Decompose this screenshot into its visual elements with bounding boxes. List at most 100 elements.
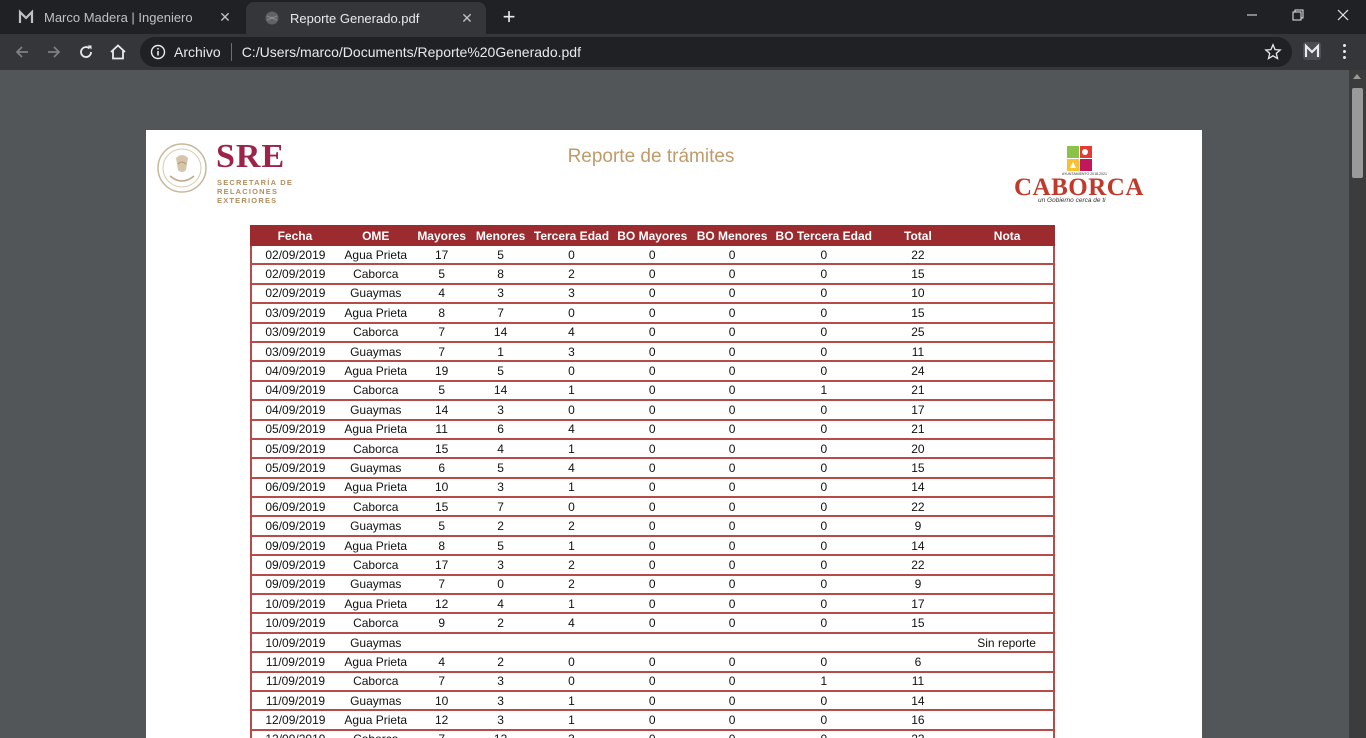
table-row: 03/09/2019 Guaymas 7 1 3 0 0 0 11 [250,340,1055,363]
table-cell: 0 [692,340,772,363]
table-cell: 5 [470,534,531,557]
table-cell: 4 [412,282,471,305]
column-header: Menores [469,225,532,246]
table-cell [960,709,1055,731]
table-cell: 11/09/2019 [250,689,339,712]
table-cell: 10 [412,689,471,712]
reload-button[interactable] [72,38,100,66]
table-cell: 11 [875,670,961,693]
table-cell: 1 [530,476,613,499]
table-cell: 0 [771,728,876,738]
table-cell: 09/09/2019 [250,534,339,557]
table-cell: 7 [412,321,471,343]
table-cell: 0 [771,476,876,499]
table-cell: 3 [470,670,531,693]
new-tab-button[interactable]: + [497,6,521,30]
table-cell [960,554,1055,576]
table-cell: 23 [875,728,961,738]
more-menu-button[interactable] [1334,40,1354,62]
table-cell: 0 [530,399,613,421]
table-row: 02/09/2019 Agua Prieta 17 5 0 0 0 0 22 [250,243,1055,266]
close-window-button[interactable] [1320,0,1366,30]
table-cell [960,437,1055,460]
table-cell: 0 [692,496,772,518]
column-header: OME [337,225,414,246]
table-cell: 0 [692,282,772,305]
info-icon[interactable] [150,44,166,60]
table-cell: 0 [692,709,772,731]
table-cell: 3 [470,554,531,576]
viewer-scrollbar[interactable] [1349,70,1366,738]
table-cell: 0 [612,496,693,518]
table-cell: 17 [875,593,961,615]
table-cell: 09/09/2019 [250,573,339,596]
table-cell: 4 [530,457,613,479]
table-cell: 2 [530,554,613,576]
table-row: 05/09/2019 Guaymas 6 5 4 0 0 0 15 [250,457,1055,479]
address-bar[interactable]: Archivo C:/Users/marco/Documents/Reporte… [140,37,1292,67]
close-icon[interactable]: ✕ [458,9,476,27]
table-cell: Caborca [338,728,413,738]
sre-subtitle-line: EXTERIORES [217,196,278,205]
table-cell: Sin reporte [960,631,1055,654]
table-cell: 7 [412,340,471,363]
table-cell: 0 [692,515,772,537]
column-header: Total [874,225,962,246]
column-header: Mayores [411,225,472,246]
table-cell: 0 [771,651,876,673]
extension-m-icon[interactable] [1302,41,1322,61]
table-cell: 19 [412,360,471,382]
table-cell: 02/09/2019 [250,263,339,285]
table-cell: 15 [412,437,471,460]
scrollbar-thumb[interactable] [1352,88,1363,178]
table-cell [470,631,531,654]
table-cell: Caborca [338,321,413,343]
table-cell: 0 [612,321,693,343]
star-icon[interactable] [1264,43,1282,61]
scroll-up-icon[interactable] [1353,74,1361,79]
table-cell: Caborca [338,554,413,576]
table-cell: Guaymas [338,457,413,479]
table-cell: 0 [771,360,876,382]
table-cell: 04/09/2019 [250,360,339,382]
table-cell: 24 [875,360,961,382]
table-cell: 0 [771,689,876,712]
table-cell: 21 [875,379,961,402]
url-text[interactable]: C:/Users/marco/Documents/Reporte%20Gener… [242,44,1292,60]
table-cell: 05/09/2019 [250,437,339,460]
table-row: 02/09/2019 Caborca 5 8 2 0 0 0 15 [250,263,1055,285]
table-cell: 0 [692,593,772,615]
table-cell: 4 [470,593,531,615]
table-cell: Agua Prieta [338,360,413,382]
table-cell: Guaymas [338,399,413,421]
table-cell: 0 [612,379,693,402]
table-cell: 1 [530,689,613,712]
table-cell: Caborca [338,612,413,634]
forward-button[interactable] [40,38,68,66]
table-row: 05/09/2019 Agua Prieta 11 6 4 0 0 0 21 [250,418,1055,440]
back-button[interactable] [8,38,36,66]
pdf-page: SRE SECRETARÍA DE RELACIONES EXTERIORES … [146,130,1202,738]
tab-marco-madera[interactable]: Marco Madera | Ingeniero ✕ [0,0,244,34]
minimize-button[interactable] [1229,0,1275,30]
table-cell: 14 [875,534,961,557]
tab-reporte-pdf[interactable]: Reporte Generado.pdf ✕ [246,2,486,34]
column-header: Tercera Edad [529,225,614,246]
table-cell: 0 [692,243,772,266]
table-header-row: Fecha OME Mayores Menores Tercera Edad B… [250,225,1055,246]
table-cell: 2 [530,573,613,596]
table-row: 11/09/2019 Agua Prieta 4 2 0 0 0 0 6 [250,651,1055,673]
table-cell: 0 [692,670,772,693]
tab-title: Reporte Generado.pdf [290,10,420,26]
table-cell: 0 [612,651,693,673]
table-cell: 17 [412,243,471,266]
column-header: BO Tercera Edad [770,225,877,246]
omnibox-separator [230,43,232,61]
table-cell: 0 [612,263,693,285]
table-cell: 4 [470,437,531,460]
close-icon[interactable]: ✕ [216,8,234,26]
home-button[interactable] [104,38,132,66]
restore-button[interactable] [1275,0,1321,30]
table-cell: 15 [875,612,961,634]
menu-dot [1342,55,1346,59]
